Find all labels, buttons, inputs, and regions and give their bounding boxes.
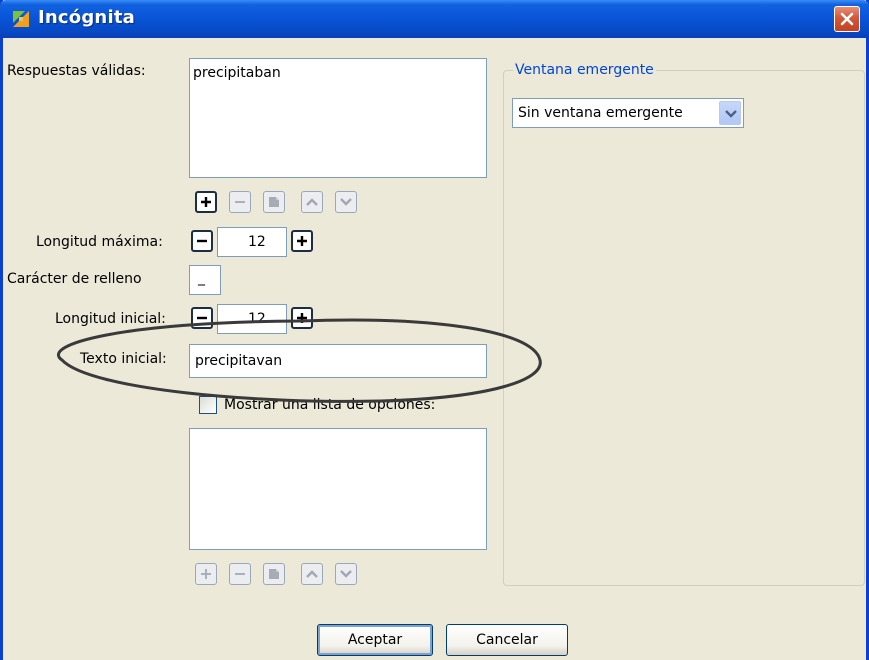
title-bar[interactable]: Incógnita	[0, 0, 869, 38]
move-up-button[interactable]	[301, 191, 323, 213]
caracter-relleno-value: _	[198, 270, 205, 286]
close-icon	[840, 12, 854, 26]
cancel-button[interactable]: Cancelar	[446, 624, 568, 656]
dialog-window: Incógnita Respuestas válidas: precipitab…	[0, 0, 869, 660]
ventana-emergente-select[interactable]: Sin ventana emergente	[512, 98, 744, 128]
mostrar-lista-label[interactable]: Mostrar una lista de opciones:	[224, 397, 435, 413]
add-option-button[interactable]	[195, 563, 217, 585]
option-up-button[interactable]	[301, 563, 323, 585]
app-logo-icon	[13, 11, 29, 27]
chevron-down-icon	[340, 198, 352, 206]
plus-icon	[201, 569, 211, 579]
longitud-inicial-label: Longitud inicial:	[55, 311, 166, 327]
caracter-relleno-label: Carácter de relleno	[7, 271, 142, 287]
longitud-maxima-input[interactable]: 12	[217, 227, 287, 257]
longitud-maxima-decrement[interactable]	[191, 230, 213, 252]
longitud-maxima-increment[interactable]	[291, 230, 313, 252]
ventana-emergente-value: Sin ventana emergente	[518, 105, 683, 121]
edit-option-button[interactable]	[263, 563, 285, 585]
edit-icon	[269, 569, 279, 579]
minus-icon	[235, 573, 245, 575]
window-title: Incógnita	[38, 7, 135, 28]
longitud-inicial-value: 12	[248, 311, 266, 327]
texto-inicial-value: precipitavan	[195, 353, 283, 369]
respuestas-label: Respuestas válidas:	[7, 63, 146, 79]
longitud-inicial-decrement[interactable]	[191, 307, 213, 329]
longitud-inicial-input[interactable]: 12	[217, 304, 287, 334]
edit-icon	[269, 197, 279, 207]
longitud-inicial-increment[interactable]	[291, 307, 313, 329]
texto-inicial-label: Texto inicial:	[80, 351, 167, 367]
chevron-down-icon	[725, 110, 737, 118]
mostrar-lista-checkbox[interactable]	[199, 396, 217, 414]
caracter-relleno-input[interactable]: _	[189, 265, 221, 295]
ventana-emergente-group	[503, 70, 865, 586]
longitud-maxima-value: 12	[248, 234, 266, 250]
accept-button[interactable]: Aceptar	[317, 624, 433, 656]
ventana-emergente-title: Ventana emergente	[513, 62, 656, 78]
plus-icon	[201, 197, 211, 207]
plus-icon	[297, 313, 307, 323]
move-down-button[interactable]	[335, 191, 357, 213]
edit-answer-button[interactable]	[263, 191, 285, 213]
close-button[interactable]	[834, 6, 860, 32]
remove-option-button[interactable]	[229, 563, 251, 585]
plus-icon	[297, 236, 307, 246]
chevron-down-icon	[340, 570, 352, 578]
longitud-maxima-label: Longitud máxima:	[36, 234, 163, 250]
minus-icon	[197, 316, 207, 320]
list-item[interactable]: precipitaban	[193, 65, 281, 81]
option-down-button[interactable]	[335, 563, 357, 585]
texto-inicial-input[interactable]: precipitavan	[189, 344, 487, 378]
minus-icon	[197, 239, 207, 243]
dropdown-arrow[interactable]	[719, 101, 741, 125]
chevron-up-icon	[306, 570, 318, 578]
opciones-list[interactable]	[189, 428, 487, 550]
respuestas-list[interactable]: precipitaban	[189, 58, 487, 178]
chevron-up-icon	[306, 198, 318, 206]
remove-answer-button[interactable]	[229, 191, 251, 213]
add-answer-button[interactable]	[195, 191, 217, 213]
minus-icon	[235, 201, 245, 203]
